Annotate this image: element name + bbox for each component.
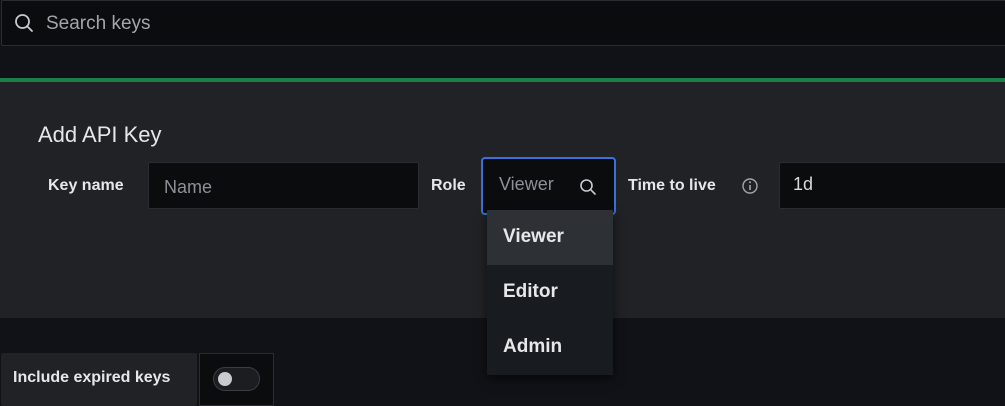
ttl-label: Time to live (628, 177, 716, 194)
role-dropdown-menu: Viewer Editor Admin (487, 210, 613, 375)
role-option-editor[interactable]: Editor (487, 265, 613, 320)
role-option-viewer[interactable]: Viewer (487, 210, 613, 265)
search-bar[interactable] (1, 0, 1005, 46)
role-label: Role (431, 177, 466, 194)
switch-knob (218, 372, 232, 386)
include-expired-toggle-box (199, 353, 274, 406)
info-icon[interactable] (741, 177, 759, 195)
ttl-value: 1d (793, 174, 814, 194)
role-select-value: Viewer (499, 174, 554, 194)
include-expired-label-box: Include expired keys (1, 353, 197, 406)
key-name-field[interactable] (148, 162, 419, 209)
role-option-admin[interactable]: Admin (487, 320, 613, 375)
search-icon (580, 179, 596, 195)
key-name-input[interactable] (162, 172, 406, 202)
key-name-label: Key name (48, 177, 124, 194)
include-expired-label: Include expired keys (13, 369, 171, 386)
search-icon (15, 14, 33, 32)
role-select[interactable]: Viewer (481, 157, 616, 215)
search-input[interactable] (44, 9, 948, 39)
panel-title: Add API Key (38, 122, 162, 147)
include-expired-switch[interactable] (213, 367, 260, 391)
